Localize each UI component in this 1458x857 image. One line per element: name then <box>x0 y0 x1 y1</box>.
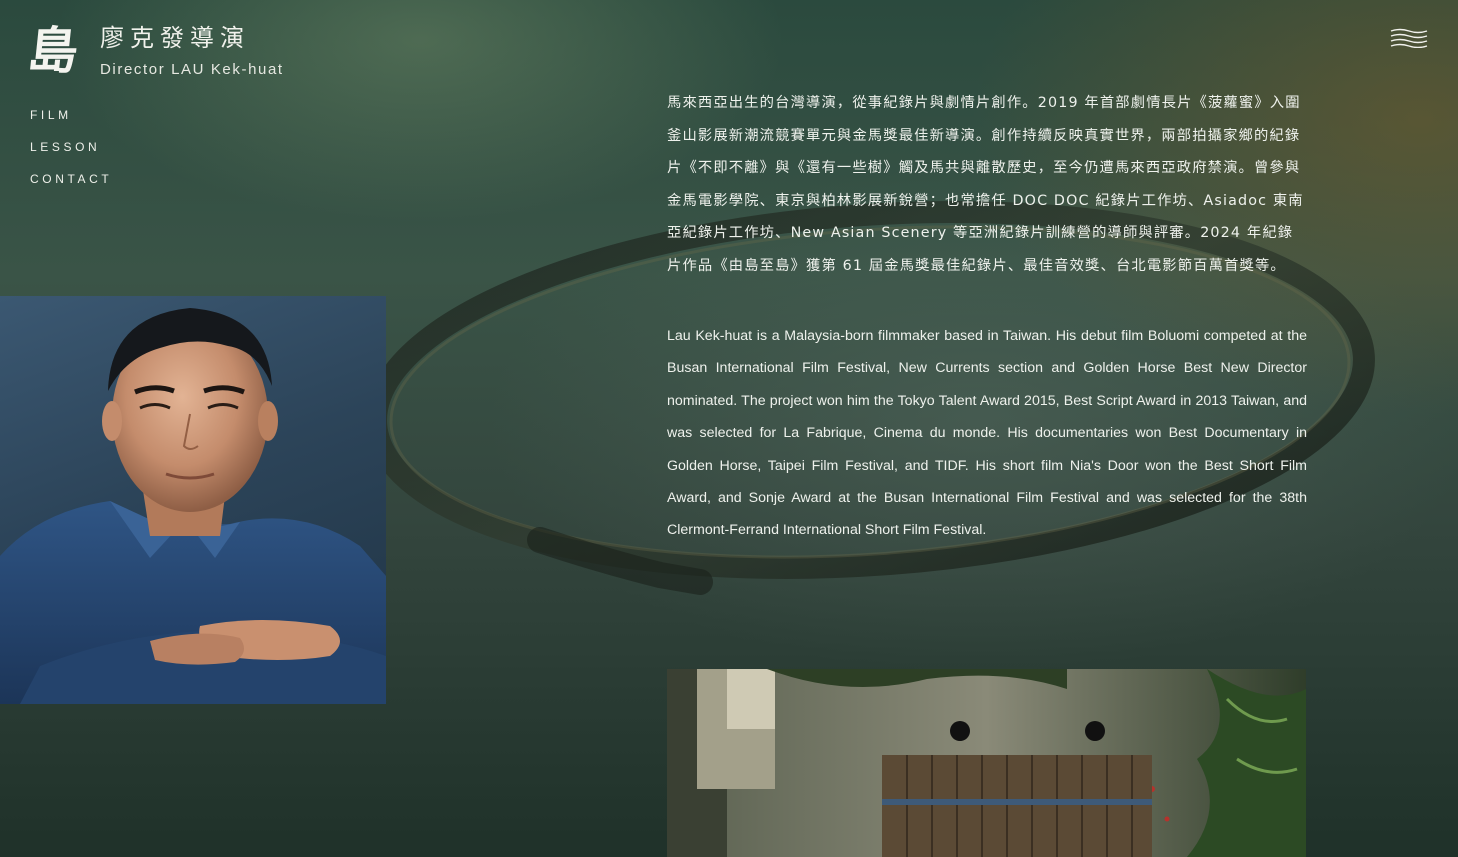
side-nav: FILM LESSON CONTACT <box>30 108 112 204</box>
film-still-illustration <box>667 669 1306 857</box>
bio-text-en: Lau Kek-huat is a Malaysia-born filmmake… <box>667 328 1307 539</box>
bio-text-zh: 馬來西亞出生的台灣導演，從事紀錄片與劇情片創作。2019 年首部劇情長片《菠蘿蜜… <box>667 95 1304 274</box>
bio-section: 馬來西亞出生的台灣導演，從事紀錄片與劇情片創作。2019 年首部劇情長片《菠蘿蜜… <box>667 87 1307 547</box>
hamburger-menu-icon <box>1390 28 1428 49</box>
site-title-zh: 廖克發導演 <box>100 24 250 52</box>
portrait-photo <box>0 296 386 704</box>
site-title-en: Director LAU Kek-huat <box>100 61 284 78</box>
logo-mark: 島 <box>24 21 82 80</box>
logo-text: 廖克發導演 Director LAU Kek-huat <box>100 24 284 78</box>
nav-item-lesson[interactable]: LESSON <box>30 140 112 154</box>
site-logo[interactable]: 島 廖克發導演 Director LAU Kek-huat <box>24 21 284 80</box>
film-still-image[interactable] <box>667 669 1306 857</box>
portrait-illustration <box>0 308 386 704</box>
nav-item-film[interactable]: FILM <box>30 108 112 122</box>
menu-button[interactable] <box>1390 28 1428 49</box>
nav-item-contact[interactable]: CONTACT <box>30 172 112 186</box>
